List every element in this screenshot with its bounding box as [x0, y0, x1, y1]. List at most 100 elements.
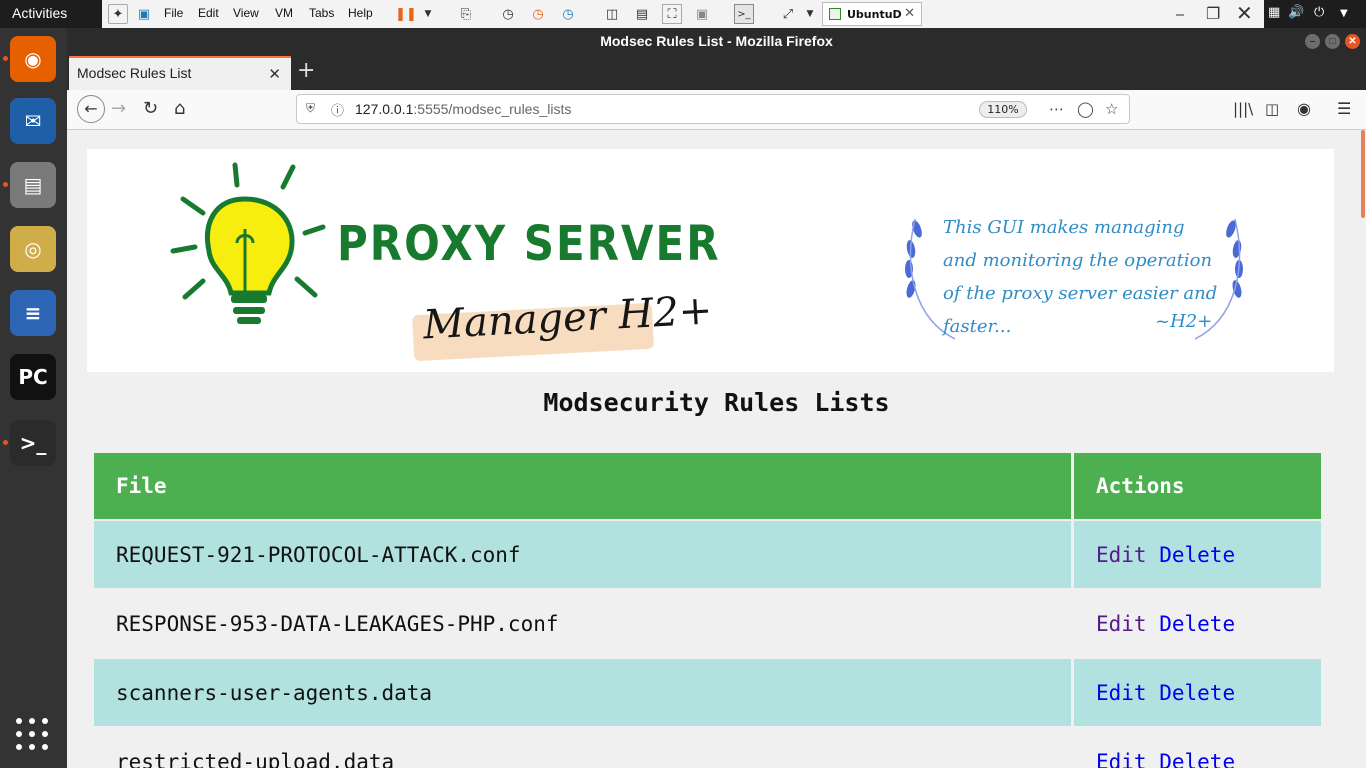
page-actions-icon[interactable]: ⋯: [1049, 100, 1064, 118]
edit-link[interactable]: Edit: [1096, 543, 1147, 567]
column-header-actions: Actions: [1074, 453, 1321, 519]
column-header-file: File: [94, 453, 1071, 519]
minimize-icon[interactable]: ⎯: [1176, 4, 1184, 24]
url-text[interactable]: 127.0.0.1:5555/modsec_rules_lists: [355, 101, 571, 117]
dock-thunderbird-icon[interactable]: ✉: [10, 98, 56, 144]
table-row: restricted-upload.data Edit Delete: [94, 728, 1321, 768]
minimize-icon[interactable]: –: [1305, 34, 1320, 49]
thumbnail-bar-icon[interactable]: ▤: [632, 4, 652, 24]
snapshot-icon[interactable]: ◷: [498, 4, 518, 24]
delete-link[interactable]: Delete: [1159, 750, 1235, 768]
console-view-icon[interactable]: >_: [734, 4, 754, 24]
bookmark-star-icon[interactable]: ☆: [1105, 100, 1118, 118]
vm-tab[interactable]: UbuntuD ✕: [822, 2, 922, 26]
running-indicator: [3, 56, 8, 61]
file-name-cell: RESPONSE-953-DATA-LEAKAGES-PHP.conf: [116, 611, 559, 636]
vm-menu-file[interactable]: File: [164, 6, 183, 20]
tab-label: Modsec Rules List: [77, 65, 192, 81]
power-dropdown-icon[interactable]: ▼: [418, 4, 438, 24]
dock-libreoffice-writer-icon[interactable]: ≡: [10, 290, 56, 336]
dock-terminal-icon[interactable]: >_: [10, 420, 56, 466]
scrollbar-thumb[interactable]: [1361, 130, 1365, 218]
delete-link[interactable]: Delete: [1159, 681, 1235, 705]
vm-menu-tabs[interactable]: Tabs: [309, 6, 334, 20]
zoom-badge[interactable]: 110%: [979, 101, 1027, 118]
home-icon[interactable]: ⌂: [174, 98, 185, 119]
dock-files-icon[interactable]: ▤: [10, 162, 56, 208]
library-icon[interactable]: |||\: [1233, 100, 1253, 118]
new-tab-icon[interactable]: +: [297, 58, 315, 83]
show-applications-icon[interactable]: [16, 718, 50, 752]
tracking-shield-icon[interactable]: ⛨: [306, 101, 315, 116]
send-ctrl-alt-del-icon[interactable]: ⎘: [456, 4, 476, 24]
close-icon[interactable]: ✕: [904, 6, 915, 21]
pin-icon[interactable]: ✦: [108, 4, 128, 24]
address-bar[interactable]: ⛨ ⓘ 127.0.0.1:5555/modsec_rules_lists 11…: [296, 94, 1130, 124]
vm-menu-view[interactable]: View: [233, 6, 259, 20]
forward-icon[interactable]: →: [111, 98, 126, 119]
actions-cell: Edit Delete: [1074, 728, 1321, 768]
unity-icon[interactable]: ▣: [692, 4, 712, 24]
revert-snapshot-icon[interactable]: ◷: [528, 4, 548, 24]
actions-cell: Edit Delete: [1074, 590, 1321, 657]
account-icon[interactable]: ◉: [1297, 99, 1311, 118]
vm-library-icon[interactable]: ▣: [134, 4, 154, 24]
sidebar-icon[interactable]: ◫: [1265, 100, 1279, 118]
edit-link[interactable]: Edit: [1096, 612, 1147, 636]
full-screen-icon[interactable]: ⛶: [662, 4, 682, 24]
dock-rhythmbox-icon[interactable]: ◎: [10, 226, 56, 272]
page-scrollbar[interactable]: [1360, 130, 1366, 768]
brand-subtitle: Manager H2+: [421, 287, 714, 349]
close-icon[interactable]: ✕: [1345, 34, 1360, 49]
dock-pycharm-icon[interactable]: PC: [10, 354, 56, 400]
page-content: PROXY SERVER Manager H2+ This GUI makes …: [67, 130, 1366, 768]
firefox-window: Modsec Rules List - Mozilla Firefox – □ …: [67, 28, 1366, 768]
page-title: Modsecurity Rules Lists: [543, 388, 890, 417]
delete-link[interactable]: Delete: [1159, 612, 1235, 636]
network-icon[interactable]: ▦: [1268, 5, 1280, 20]
vm-menu-help[interactable]: Help: [348, 6, 373, 20]
reload-icon[interactable]: ↻: [143, 98, 158, 119]
vm-running-icon: [829, 8, 841, 20]
tab-modsec-rules-list[interactable]: Modsec Rules List ✕: [69, 56, 291, 90]
pause-icon[interactable]: ❚❚: [395, 4, 417, 24]
restore-icon[interactable]: ❐: [1206, 4, 1220, 23]
brand-title: PROXY SERVER: [337, 215, 721, 272]
pocket-icon[interactable]: ◯: [1077, 100, 1094, 118]
back-icon[interactable]: ←: [77, 95, 105, 123]
delete-link[interactable]: Delete: [1159, 543, 1235, 567]
edit-link[interactable]: Edit: [1096, 750, 1147, 768]
system-menu-chevron-icon[interactable]: ▼: [1340, 8, 1348, 19]
rules-table: File Actions REQUEST-921-PROTOCOL-ATTACK…: [91, 451, 1324, 768]
close-tab-icon[interactable]: ✕: [268, 65, 281, 83]
close-window-icon[interactable]: ✕: [1236, 1, 1253, 25]
vm-menu-edit[interactable]: Edit: [198, 6, 219, 20]
table-row: RESPONSE-953-DATA-LEAKAGES-PHP.conf Edit…: [94, 590, 1321, 657]
running-indicator: [3, 440, 8, 445]
stretch-dropdown-icon[interactable]: ▼: [800, 4, 820, 24]
table-row: REQUEST-921-PROTOCOL-ATTACK.conf Edit De…: [94, 521, 1321, 588]
show-library-icon[interactable]: ◫: [602, 4, 622, 24]
table-row: scanners-user-agents.data Edit Delete: [94, 659, 1321, 726]
power-icon[interactable]: ⏻: [1314, 5, 1324, 20]
window-titlebar: Modsec Rules List - Mozilla Firefox – □ …: [67, 28, 1366, 56]
vm-tab-label: UbuntuD: [847, 8, 902, 21]
navigation-toolbar: ← → ↻ ⌂ ⛨ ⓘ 127.0.0.1:5555/modsec_rules_…: [67, 90, 1366, 130]
vmware-toolbar: ✦ ▣ File Edit View VM Tabs Help ❚❚ ▼ ⎘ ◷…: [102, 0, 1264, 29]
edit-link[interactable]: Edit: [1096, 681, 1147, 705]
maximize-icon[interactable]: □: [1325, 34, 1340, 49]
volume-icon[interactable]: 🔊: [1288, 5, 1304, 20]
stretch-guest-icon[interactable]: ⤢: [778, 4, 798, 24]
ubuntu-dock: ◉ ✉ ▤ ◎ ≡ PC >_: [0, 28, 67, 768]
file-name-cell: restricted-upload.data: [116, 749, 395, 768]
file-name-cell: REQUEST-921-PROTOCOL-ATTACK.conf: [94, 521, 1071, 588]
activities-button[interactable]: Activities: [12, 5, 67, 21]
snapshot-manager-icon[interactable]: ◷: [558, 4, 578, 24]
vm-menu-vm[interactable]: VM: [275, 6, 293, 20]
running-indicator: [3, 182, 8, 187]
dock-firefox-icon[interactable]: ◉: [10, 36, 56, 82]
window-title: Modsec Rules List - Mozilla Firefox: [600, 33, 833, 49]
site-info-icon[interactable]: ⓘ: [331, 100, 344, 119]
menu-icon[interactable]: ☰: [1337, 99, 1351, 118]
banner-signature: ~H2+: [1155, 311, 1213, 332]
